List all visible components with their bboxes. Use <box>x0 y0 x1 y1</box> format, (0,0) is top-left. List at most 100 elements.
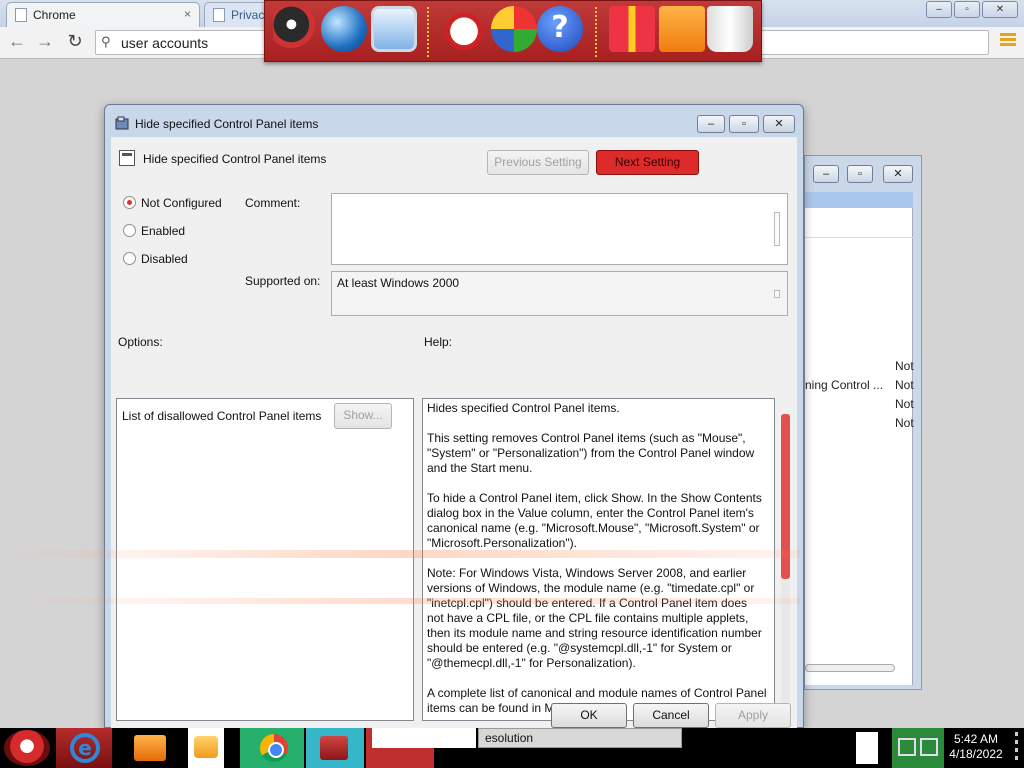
options-label: Options: <box>118 335 163 349</box>
bg-minimize-button[interactable]: – <box>813 165 839 183</box>
comment-label: Comment: <box>245 196 301 210</box>
ok-button[interactable]: OK <box>551 703 627 728</box>
list-item-state: Not <box>895 397 914 411</box>
forward-icon[interactable]: → <box>34 31 56 52</box>
dialog-title-bar[interactable]: Hide specified Control Panel items – ▫ ✕ <box>105 105 803 135</box>
taskbar-media-player[interactable] <box>188 728 224 768</box>
radio-label: Disabled <box>141 252 188 266</box>
help-scrollbar[interactable] <box>781 414 790 704</box>
clock-time: 5:42 AM <box>953 732 999 746</box>
radio-label: Enabled <box>141 224 186 238</box>
dialog-body: Hide specified Control Panel items Previ… <box>111 137 797 729</box>
dialog-minimize-button[interactable]: – <box>697 115 725 133</box>
radio-disabled[interactable]: Disabled <box>123 252 188 266</box>
taskbar-blank-item <box>856 732 878 764</box>
control-panel-icon <box>320 736 348 760</box>
browser-maximize-button[interactable]: ▫ <box>954 1 980 18</box>
tab-chrome[interactable]: Chrome × <box>6 2 200 27</box>
radio-selected-icon <box>123 196 136 209</box>
desktop-dock: ? <box>264 0 762 62</box>
clock-date: 4/18/2022 <box>949 747 1003 761</box>
horizontal-scrollbar[interactable] <box>805 664 895 672</box>
globe-icon[interactable] <box>321 6 367 52</box>
apply-button[interactable]: Apply <box>715 703 791 728</box>
volume-muted-icon[interactable] <box>920 738 938 756</box>
page-icon <box>15 8 27 22</box>
radio-not-configured[interactable]: Not Configured <box>123 196 222 210</box>
taskbar-chrome[interactable] <box>240 728 304 768</box>
folder-icon[interactable] <box>659 6 705 52</box>
taskbar-thumbnail <box>372 728 476 748</box>
dialog-maximize-button[interactable]: ▫ <box>729 115 759 133</box>
menu-icon[interactable] <box>1000 33 1016 51</box>
screen-glow-line <box>0 550 800 558</box>
supported-on-field: At least Windows 2000 <box>331 271 788 316</box>
system-clock[interactable]: 5:42 AM 4/18/2022 <box>946 728 1006 768</box>
computer-icon[interactable] <box>273 6 319 52</box>
search-icon: ⚲ <box>101 34 111 49</box>
bg-close-button[interactable]: ✕ <box>883 165 913 183</box>
comment-scrollbar[interactable] <box>774 212 780 246</box>
supported-scrollbar[interactable] <box>774 290 780 298</box>
supported-on-value: At least Windows 2000 <box>337 276 460 290</box>
browser-minimize-button[interactable]: – <box>926 1 952 18</box>
media-player-icon <box>194 736 218 758</box>
cancel-button[interactable]: Cancel <box>633 703 709 728</box>
setting-name: Hide specified Control Panel items <box>143 152 327 166</box>
help-paragraph: Note: For Windows Vista, Windows Server … <box>427 566 762 670</box>
reload-icon[interactable]: ↻ <box>64 31 86 52</box>
list-column-row <box>805 214 913 238</box>
setting-icon <box>119 150 135 166</box>
next-setting-button[interactable]: Next Setting <box>596 150 699 175</box>
back-icon[interactable]: ← <box>6 31 28 52</box>
show-button[interactable]: Show... <box>334 403 392 429</box>
page-icon <box>213 8 225 22</box>
dock-separator <box>595 7 597 57</box>
options-panel: List of disallowed Control Panel items S… <box>116 398 414 721</box>
taskbar-control-panel[interactable] <box>306 728 364 768</box>
option-item-label: List of disallowed Control Panel items <box>122 409 322 423</box>
snowman-icon[interactable] <box>441 6 487 52</box>
list-header <box>805 192 913 208</box>
notification-area[interactable] <box>892 728 944 768</box>
browser-close-button[interactable]: ✕ <box>982 1 1018 18</box>
gift-icon[interactable] <box>609 6 655 52</box>
dock-separator <box>427 7 429 57</box>
taskbar-item-label: esolution <box>485 731 534 745</box>
previous-setting-button[interactable]: Previous Setting <box>487 150 589 175</box>
supported-on-label: Supported on: <box>245 274 321 288</box>
help-paragraph: This setting removes Control Panel items… <box>427 431 755 475</box>
show-desktop-button[interactable] <box>1008 728 1024 768</box>
taskbar: e esolution 5:42 AM 4/18/2022 <box>0 728 1024 768</box>
radio-unselected-icon <box>123 224 136 237</box>
help-panel[interactable]: Hides specified Control Panel items. Thi… <box>422 398 775 721</box>
radio-enabled[interactable]: Enabled <box>123 224 185 238</box>
start-orb-icon[interactable] <box>4 730 50 766</box>
chrome-icon <box>260 734 288 762</box>
folder-icon <box>134 735 166 761</box>
display-icon[interactable] <box>371 6 417 52</box>
taskbar-folder[interactable] <box>130 728 170 768</box>
tab-privacy[interactable]: Privacy <box>204 2 270 27</box>
tab-close-icon[interactable]: × <box>184 7 191 21</box>
comment-field[interactable] <box>331 193 788 265</box>
security-shield-icon[interactable] <box>491 6 537 52</box>
help-paragraph: To hide a Control Panel item, click Show… <box>427 491 762 550</box>
bg-maximize-button[interactable]: ▫ <box>847 165 873 183</box>
taskbar-resolution-item[interactable]: esolution <box>478 728 682 748</box>
list-item-state: Not <box>895 416 914 430</box>
list-item-state: Not <box>895 359 914 373</box>
network-icon[interactable] <box>898 738 916 756</box>
address-bar-text[interactable]: user accounts <box>121 35 208 51</box>
help-paragraph: Hides specified Control Panel items. <box>427 401 620 415</box>
help-icon[interactable]: ? <box>537 6 583 52</box>
internet-explorer-icon: e <box>70 733 100 763</box>
dialog-close-button[interactable]: ✕ <box>763 115 795 133</box>
radio-label: Not Configured <box>141 196 222 210</box>
taskbar-internet-explorer[interactable]: e <box>56 728 112 768</box>
background-window[interactable]: – ▫ ✕ Not ning Control ... Not Not Not <box>804 155 922 690</box>
dialog-title: Hide specified Control Panel items <box>135 117 319 131</box>
radio-unselected-icon <box>123 252 136 265</box>
recycle-bin-icon[interactable] <box>707 6 753 52</box>
list-item[interactable]: ning Control ... <box>805 378 883 392</box>
